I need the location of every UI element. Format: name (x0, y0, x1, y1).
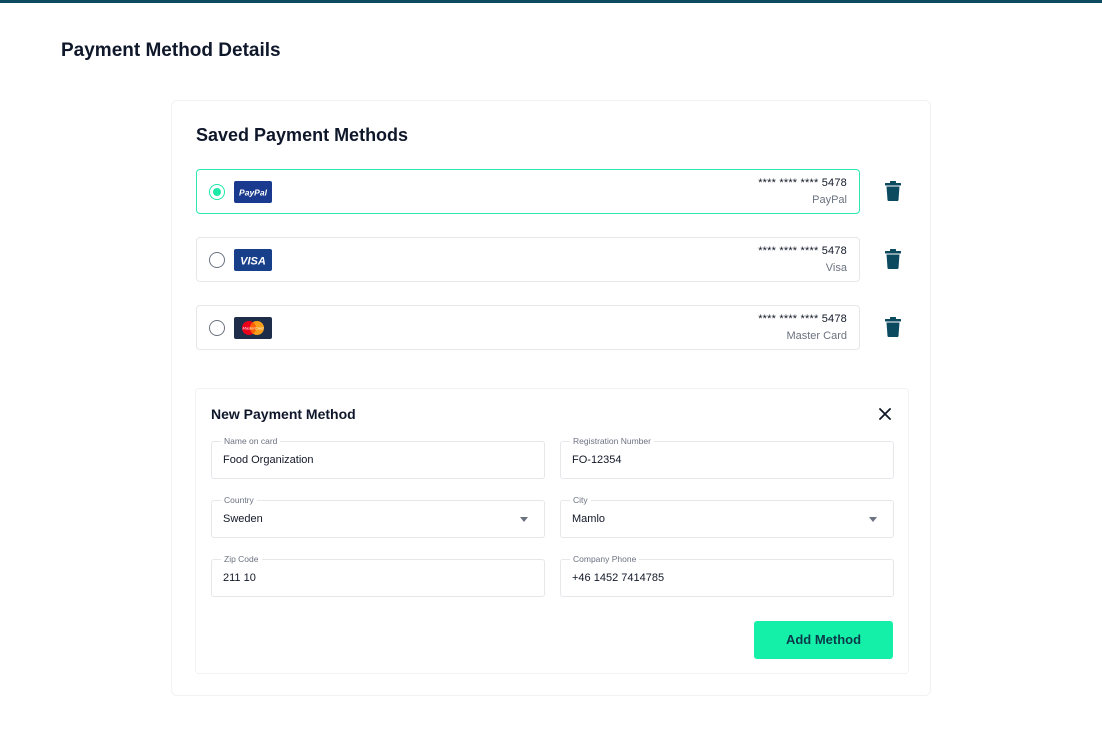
add-method-button[interactable]: Add Method (754, 621, 893, 659)
field-value: FO-12354 (572, 454, 622, 466)
field-value: Food Organization (223, 454, 314, 466)
paypal-logo: PayPal (234, 181, 272, 203)
caret-down-icon[interactable] (869, 517, 877, 522)
trash-icon[interactable] (885, 181, 901, 201)
payment-methods-card: Saved Payment Methods PayPal **** **** *… (171, 100, 931, 696)
card-number: **** **** **** 5478 (758, 177, 847, 189)
payment-method-paypal[interactable]: PayPal **** **** **** 5478 PayPal (196, 169, 860, 214)
mastercard-logo-text: MasterCard (243, 326, 265, 331)
field-label: Name on card (221, 436, 281, 447)
field-label: Country (221, 495, 257, 506)
field-value: Sweden (223, 513, 263, 525)
field-label: Zip Code (221, 554, 262, 565)
new-method-title: New Payment Method (211, 406, 356, 422)
registration-number-field[interactable]: Registration Number FO-12354 (560, 436, 894, 479)
payment-method-visa[interactable]: VISA **** **** **** 5478 Visa (196, 237, 860, 282)
company-phone-field[interactable]: Company Phone +46 1452 7414785 (560, 554, 894, 597)
radio-button[interactable] (209, 320, 225, 336)
trash-icon[interactable] (885, 317, 901, 337)
name-on-card-field[interactable]: Name on card Food Organization (211, 436, 545, 479)
card-brand: Master Card (786, 330, 847, 342)
saved-methods-title: Saved Payment Methods (196, 125, 409, 145)
card-number: **** **** **** 5478 (758, 245, 847, 257)
card-brand: Visa (825, 262, 847, 274)
field-value: 211 10 (223, 572, 256, 584)
trash-icon[interactable] (885, 249, 901, 269)
caret-down-icon[interactable] (520, 517, 528, 522)
page-title: Payment Method Details (61, 40, 281, 61)
visa-logo-text: VISA (240, 256, 266, 268)
new-payment-method-form: New Payment Method Name on card Food Org… (195, 388, 909, 674)
card-number: **** **** **** 5478 (758, 313, 847, 325)
card-brand: PayPal (812, 194, 847, 206)
paypal-logo-text: PayPal (239, 188, 268, 198)
city-select[interactable]: City Mamlo (560, 495, 894, 538)
visa-logo: VISA (234, 249, 272, 271)
mastercard-logo: MasterCard (234, 317, 272, 339)
top-accent-bar (0, 0, 1102, 3)
payment-method-mastercard[interactable]: MasterCard **** **** **** 5478 Master Ca… (196, 305, 860, 350)
field-label: Company Phone (570, 554, 640, 565)
country-select[interactable]: Country Sweden (211, 495, 545, 538)
radio-button[interactable] (209, 252, 225, 268)
field-value: +46 1452 7414785 (572, 572, 665, 584)
field-value: Mamlo (572, 513, 606, 525)
field-label: City (570, 495, 591, 506)
radio-button[interactable] (209, 184, 225, 200)
close-icon[interactable] (877, 406, 893, 422)
field-label: Registration Number (570, 436, 654, 447)
zip-code-field[interactable]: Zip Code 211 10 (211, 554, 545, 597)
